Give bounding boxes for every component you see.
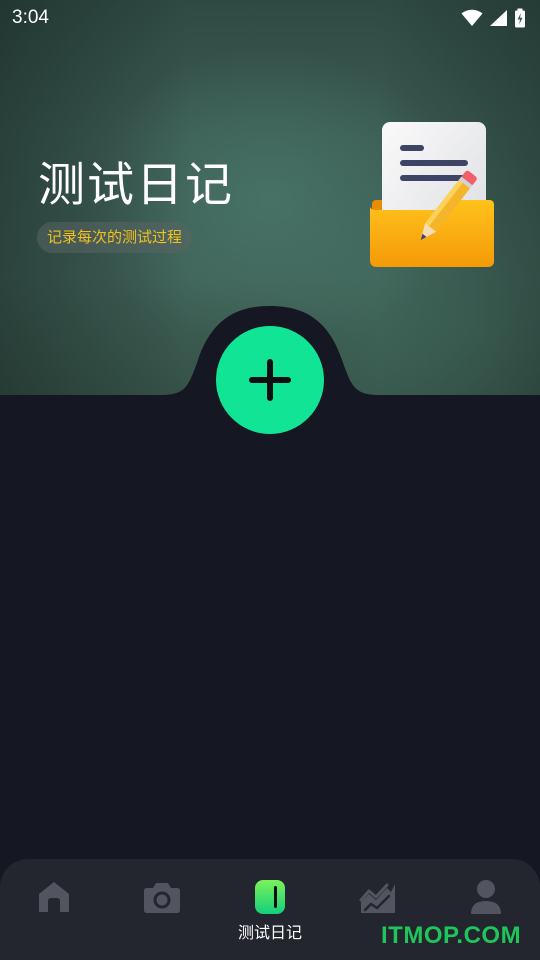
trend-chart-icon xyxy=(359,883,395,913)
plus-icon xyxy=(249,359,291,401)
tab-home[interactable] xyxy=(0,859,108,960)
status-bar: 3:04 xyxy=(0,0,540,36)
page-title: 测试日记 xyxy=(38,158,234,213)
wifi-icon xyxy=(461,9,483,26)
signal-icon xyxy=(490,10,507,26)
status-time: 3:04 xyxy=(12,7,49,28)
home-icon xyxy=(39,882,69,912)
watermark-text: ITMOP.COM xyxy=(381,922,522,949)
add-entry-button[interactable] xyxy=(216,326,324,434)
page-subtitle: 记录每次的测试过程 xyxy=(37,222,193,253)
notebook-pencil-icon xyxy=(370,122,494,267)
tab-camera[interactable] xyxy=(108,859,216,960)
profile-icon xyxy=(471,880,501,914)
tab-diary-label: 测试日记 xyxy=(237,923,302,942)
camera-icon xyxy=(144,883,180,913)
status-icons xyxy=(461,8,526,28)
diary-icon xyxy=(255,880,285,914)
tab-diary[interactable]: 测试日记 xyxy=(216,859,324,960)
battery-icon xyxy=(515,8,525,28)
